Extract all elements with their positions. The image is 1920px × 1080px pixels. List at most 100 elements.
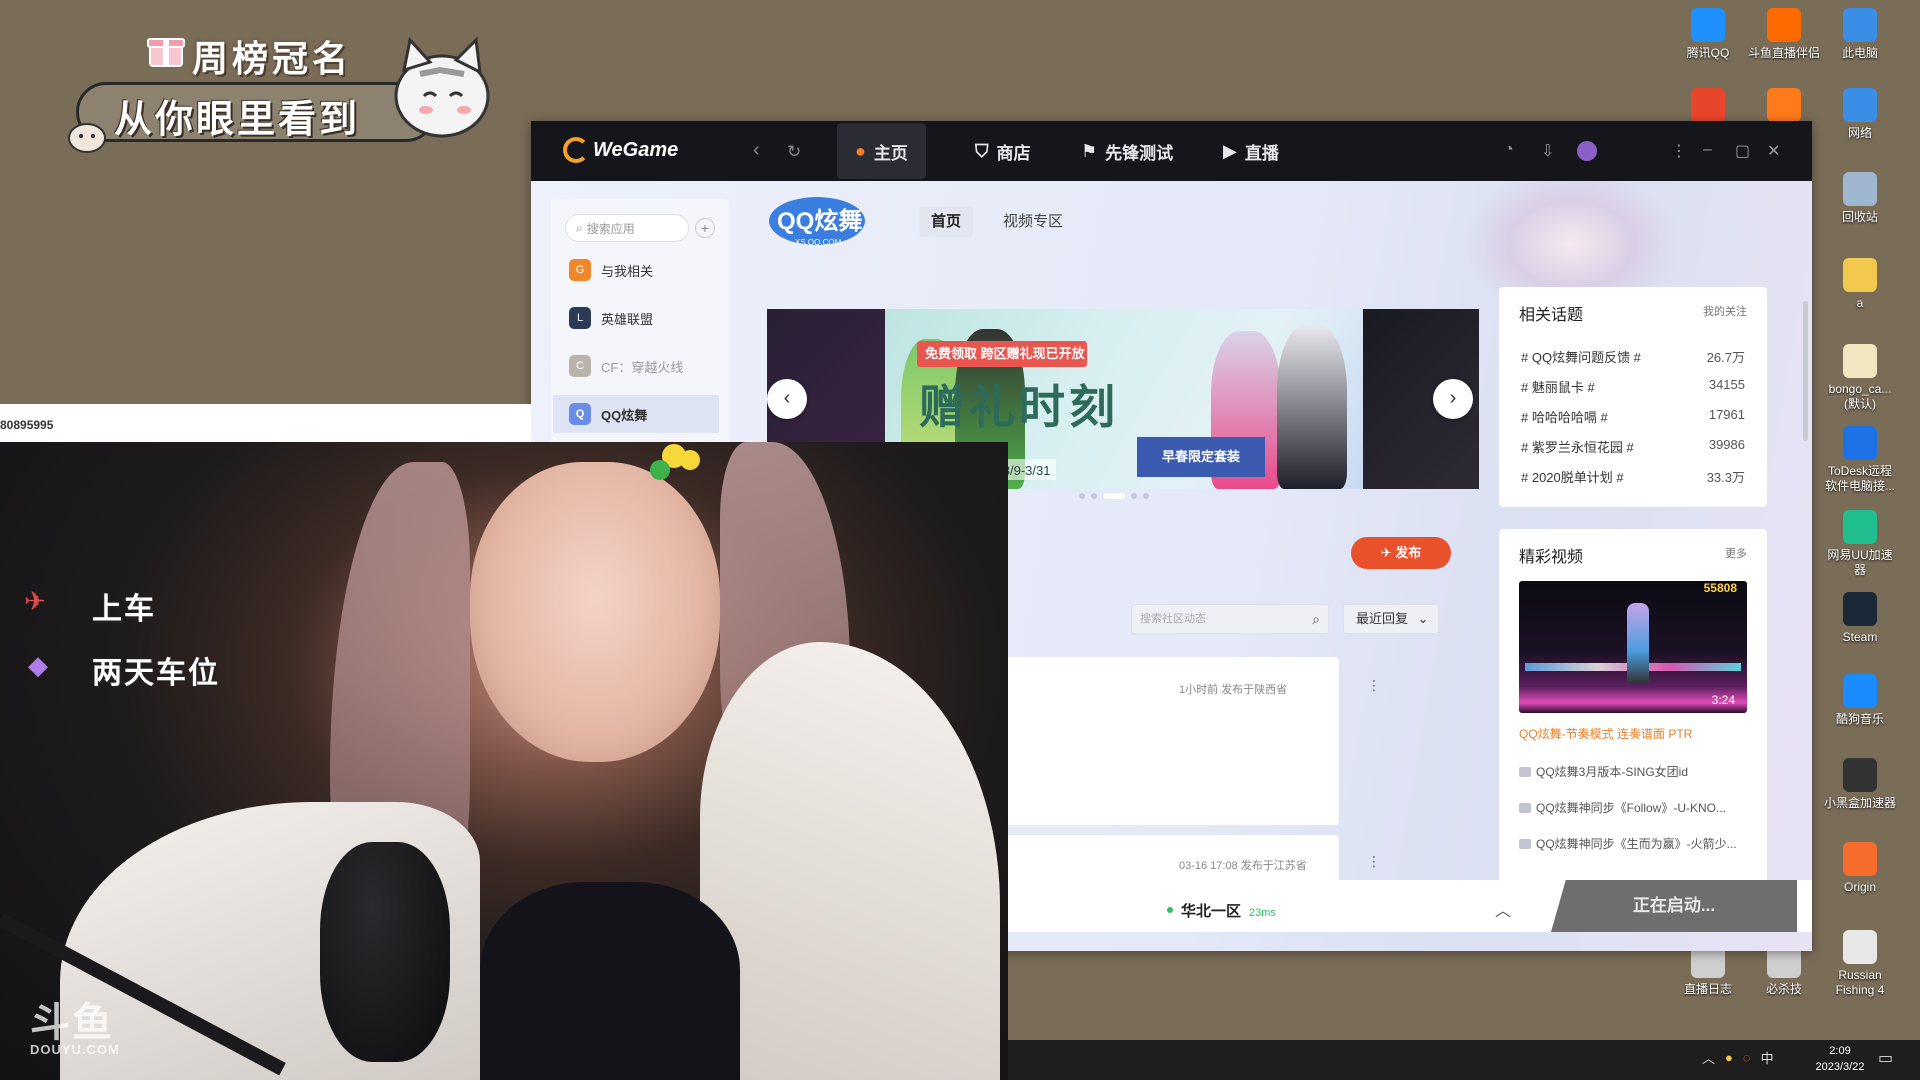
publish-button[interactable]: ✈ 发布: [1351, 537, 1451, 569]
topic-item[interactable]: # QQ炫舞问题反馈 #26.7万: [1521, 347, 1745, 366]
carousel-prev-button[interactable]: ‹: [767, 379, 807, 419]
more-videos-link[interactable]: 更多: [1725, 545, 1747, 561]
chevron-up-icon[interactable]: ︿: [1495, 897, 1511, 921]
desktop-icon[interactable]: bongo_ca... (默认): [1822, 344, 1898, 412]
desktop-icon[interactable]: 此电脑: [1822, 8, 1898, 61]
tab-home[interactable]: ● 主页: [837, 123, 926, 179]
wegame-tray-icon[interactable]: ◌: [1743, 1050, 1751, 1065]
videos-title: 精彩视频: [1519, 549, 1584, 566]
sidebar-item-lol[interactable]: L 英雄联盟: [553, 299, 719, 337]
more-icon[interactable]: ⋮: [1367, 677, 1381, 694]
desktop-icon-label: ToDesk远程 软件电脑接...: [1824, 464, 1895, 493]
carousel-dot[interactable]: [1091, 493, 1097, 499]
desktop-icon[interactable]: 直播日志: [1670, 944, 1746, 997]
close-icon[interactable]: ✕: [1767, 141, 1780, 161]
topics-panel: 相关话题 我的关注 # QQ炫舞问题反馈 #26.7万 # 魅丽鼠卡 #3415…: [1499, 287, 1767, 507]
carousel-dot[interactable]: [1079, 493, 1085, 499]
video-list-item[interactable]: QQ炫舞神同步《Follow》-U-KNO...: [1519, 799, 1751, 816]
desktop-icon[interactable]: a: [1822, 258, 1898, 311]
my-follow-link[interactable]: 我的关注: [1703, 303, 1747, 319]
clock[interactable]: 2:09 2023/3/22: [1808, 1043, 1872, 1075]
avatar[interactable]: [1577, 141, 1597, 161]
add-app-button[interactable]: +: [695, 218, 715, 238]
hamster-icon: [68, 123, 106, 153]
topic-item[interactable]: # 魅丽鼠卡 #34155: [1521, 377, 1745, 396]
carousel-dots: [1079, 493, 1149, 499]
sidebar-item-cf[interactable]: C CF：穿越火线: [553, 347, 719, 385]
desktop-icon[interactable]: ToDesk远程 软件电脑接...: [1822, 426, 1898, 494]
chevron-left-icon: ‹: [783, 387, 791, 409]
chevron-up-icon[interactable]: ︿: [1702, 1048, 1715, 1067]
recycle-bin-icon: [1843, 172, 1877, 206]
tab-home-page[interactable]: 首页: [919, 207, 974, 237]
sort-select[interactable]: 最近回复 ⌄: [1343, 604, 1439, 634]
tab-test[interactable]: ⚑ 先锋测试: [1063, 123, 1191, 179]
community-search-input[interactable]: 搜索社区动态 ⌕: [1131, 604, 1329, 634]
desktop-icon-label: Origin: [1843, 880, 1876, 894]
post-meta: 1小时前 发布于陕西省: [1179, 684, 1288, 696]
send-icon: ✈: [1380, 545, 1392, 560]
wegame-titlebar: WeGame ‹ ↻ ● 主页 ⛉ 商店 ⚑ 先锋测试 ▶ 直播 ◔ ⇩ ⋮ –…: [531, 121, 1812, 181]
refresh-icon[interactable]: ↻: [787, 142, 801, 162]
system-tray: ︿ ● ◌ 中: [1702, 1048, 1774, 1067]
topic-item[interactable]: # 哈哈哈哈嗝 #17961: [1521, 407, 1745, 426]
desktop-icon[interactable]: 网络: [1822, 88, 1898, 141]
status-dot-icon: [1167, 907, 1173, 913]
topic-item[interactable]: # 2020脱单计划 #33.3万: [1521, 467, 1745, 486]
search-icon[interactable]: ⌕: [1312, 605, 1320, 633]
minimize-icon[interactable]: –: [1703, 141, 1712, 159]
carousel-dot[interactable]: [1143, 493, 1149, 499]
bongo-cat-tray-icon[interactable]: ●: [1725, 1050, 1733, 1065]
wegame-logo[interactable]: WeGame: [563, 137, 678, 163]
topic-item[interactable]: # 紫罗兰永恒花园 #39986: [1521, 437, 1745, 456]
maximize-icon[interactable]: ▢: [1735, 141, 1750, 161]
desktop-icon[interactable]: Origin: [1822, 842, 1898, 895]
ime-indicator[interactable]: 中: [1761, 1048, 1774, 1067]
carousel-next-button[interactable]: ›: [1433, 379, 1473, 419]
chevron-down-icon: ⌄: [1417, 611, 1429, 626]
douyu-watermark: 斗鱼 DOUYU.COM: [30, 999, 120, 1057]
sidebar-item-qqxw[interactable]: Q QQ炫舞: [553, 395, 719, 433]
airplane-icon: ✈: [24, 586, 46, 616]
desktop-icon[interactable]: 腾讯QQ: [1670, 8, 1746, 61]
caption-line-1: 上车: [92, 593, 156, 626]
russian-fishing-icon: [1843, 930, 1877, 964]
desktop-icon[interactable]: 酷狗音乐: [1822, 674, 1898, 727]
friends-icon[interactable]: ◔: [1504, 141, 1514, 159]
video-score: 55808: [1703, 581, 1737, 595]
desktop-icon[interactable]: Steam: [1822, 592, 1898, 645]
launch-button[interactable]: 正在启动...: [1551, 880, 1797, 932]
menu-dots-icon[interactable]: ⋮: [1671, 141, 1687, 161]
sidebar-item-related[interactable]: G 与我相关: [553, 251, 719, 289]
tab-live[interactable]: ▶ 直播: [1205, 123, 1297, 179]
video-list-item[interactable]: QQ炫舞3月版本-SING女团id: [1519, 763, 1751, 780]
desktop-icon[interactable]: 小黑盒加速器: [1822, 758, 1898, 811]
wegame-logo-icon: [563, 137, 589, 163]
featured-video-thumbnail[interactable]: 55808 3:24: [1519, 581, 1747, 713]
more-icon[interactable]: ⋮: [1367, 853, 1381, 870]
qqxw-logo-text: QQ炫舞: [777, 207, 862, 235]
desktop-icon[interactable]: 回收站: [1822, 172, 1898, 225]
carousel-dot[interactable]: [1131, 493, 1137, 499]
desktop-icon[interactable]: 斗鱼直播伴侣: [1746, 8, 1822, 61]
featured-video-title[interactable]: QQ炫舞-节奏模式 连奏谱面 PTR: [1519, 725, 1692, 742]
desktop-icon[interactable]: Russian Fishing 4: [1822, 930, 1898, 998]
scrollbar[interactable]: [1803, 301, 1808, 441]
video-duration: 3:24: [1711, 693, 1735, 707]
download-icon[interactable]: ⇩: [1541, 141, 1554, 161]
play-icon: [1519, 767, 1531, 777]
topics-title: 相关话题: [1519, 307, 1584, 324]
notification-icon[interactable]: ▭: [1878, 1048, 1902, 1072]
desktop-icon-label: 此电脑: [1841, 46, 1878, 60]
qqxw-game-logo: QQ炫舞 XS.QQ.COM: [769, 197, 865, 247]
desktop-icon[interactable]: 必杀技: [1746, 944, 1822, 997]
desktop-icon[interactable]: 网易UU加速 器: [1822, 510, 1898, 578]
carousel-dot-active[interactable]: [1103, 493, 1125, 499]
video-list-item[interactable]: QQ炫舞神同步《生而为赢》-火箭少...: [1519, 835, 1751, 852]
server-selector[interactable]: 华北一区 23ms: [1167, 900, 1276, 921]
back-arrow-icon[interactable]: ‹: [753, 139, 760, 162]
rank-name: 从你眼里看到: [114, 99, 361, 141]
tab-video-zone[interactable]: 视频专区: [991, 207, 1075, 237]
tab-shop[interactable]: ⛉ 商店: [957, 123, 1049, 179]
sidebar-search-input[interactable]: ⌕ 搜索应用: [565, 214, 689, 242]
